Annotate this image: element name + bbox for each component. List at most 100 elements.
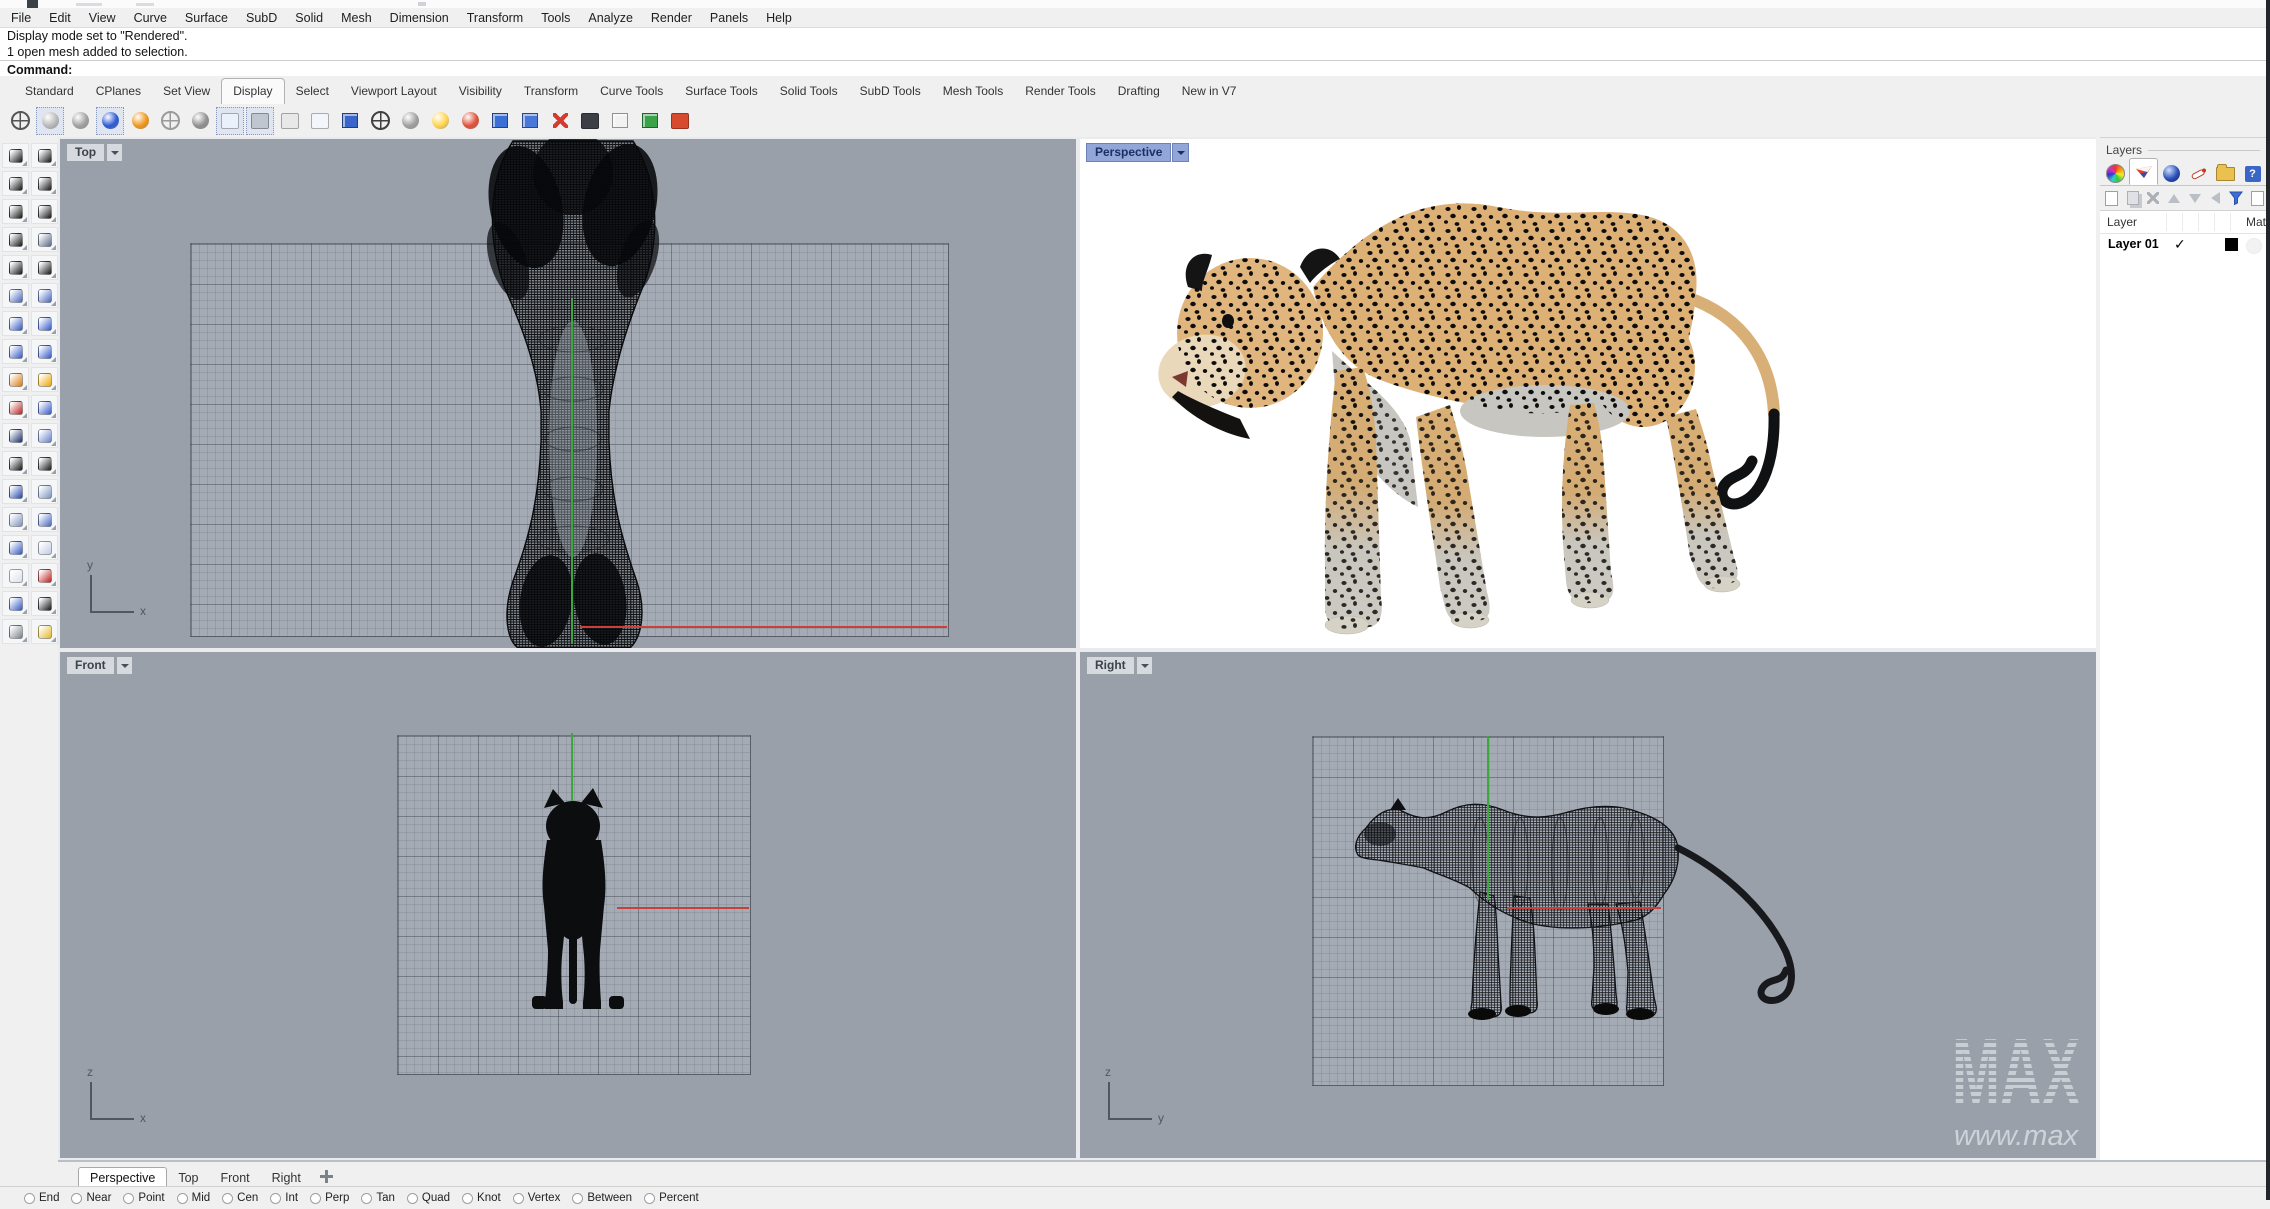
- spotlight-icon[interactable]: [516, 107, 544, 135]
- osnap-int[interactable]: Int: [270, 1192, 298, 1204]
- mirror-icon[interactable]: [31, 507, 58, 532]
- viewport-tab-right[interactable]: Right: [261, 1168, 312, 1188]
- osnap-percent[interactable]: Percent: [644, 1192, 699, 1204]
- tab-visibility[interactable]: Visibility: [448, 79, 513, 104]
- shaded-display-icon[interactable]: [36, 107, 64, 135]
- viewport-tab-top[interactable]: Top: [167, 1168, 209, 1188]
- osnap-vertex[interactable]: Vertex: [513, 1192, 561, 1204]
- monochrome-display-icon[interactable]: [306, 107, 334, 135]
- rotate-icon[interactable]: [2, 591, 29, 616]
- viewport-tab-front[interactable]: Front: [209, 1168, 260, 1188]
- layers-tab-icon[interactable]: [2129, 158, 2158, 185]
- copy-layer-icon[interactable]: [2124, 189, 2142, 207]
- menu-help[interactable]: Help: [757, 11, 801, 25]
- text-icon[interactable]: [2, 479, 29, 504]
- osnap-between[interactable]: Between: [572, 1192, 632, 1204]
- blend-curve-icon[interactable]: [31, 451, 58, 476]
- menu-mesh[interactable]: Mesh: [332, 11, 381, 25]
- menu-file[interactable]: File: [2, 11, 40, 25]
- menu-edit[interactable]: Edit: [40, 11, 80, 25]
- tab-new-in-v7[interactable]: New in V7: [1171, 79, 1248, 104]
- menu-tools[interactable]: Tools: [532, 11, 579, 25]
- help-tab-icon[interactable]: [2239, 162, 2266, 185]
- pyramid-icon[interactable]: [31, 619, 58, 644]
- grey-sphere-icon[interactable]: [396, 107, 424, 135]
- viewport-tab-perspective[interactable]: Perspective: [78, 1167, 167, 1188]
- surface-control-points-icon[interactable]: [2, 283, 29, 308]
- viewport-label-top[interactable]: Top: [66, 143, 123, 162]
- move-layer-down-icon[interactable]: [2186, 189, 2204, 207]
- tab-mesh-tools[interactable]: Mesh Tools: [932, 79, 1014, 104]
- arctic-display-icon[interactable]: [216, 107, 244, 135]
- collapse-layers-icon[interactable]: [2207, 189, 2225, 207]
- osnap-near[interactable]: Near: [71, 1192, 111, 1204]
- tab-viewport-layout[interactable]: Viewport Layout: [340, 79, 448, 104]
- boolean-icon[interactable]: [2, 367, 29, 392]
- osnap-quad[interactable]: Quad: [407, 1192, 450, 1204]
- copy-icon[interactable]: [2, 507, 29, 532]
- rectangle-icon[interactable]: [31, 227, 58, 252]
- delete-view-icon[interactable]: [546, 107, 574, 135]
- display-properties-tab-icon[interactable]: [2102, 162, 2129, 185]
- viewport-right[interactable]: Right z y MAX www.max: [1080, 652, 2096, 1158]
- highlight-sphere-icon[interactable]: [426, 107, 454, 135]
- ellipse-icon[interactable]: [31, 199, 58, 224]
- surface-patch-icon[interactable]: [31, 283, 58, 308]
- box-icon[interactable]: [2, 311, 29, 336]
- block-icon[interactable]: [31, 563, 58, 588]
- color-grid-icon[interactable]: [666, 107, 694, 135]
- xray-display-icon[interactable]: [186, 107, 214, 135]
- tab-solid-tools[interactable]: Solid Tools: [769, 79, 849, 104]
- point-cloud-icon[interactable]: [31, 423, 58, 448]
- delete-layer-icon[interactable]: [2145, 189, 2163, 207]
- viewport-menu-chevron-icon[interactable]: [116, 656, 133, 675]
- linked-cubes-icon[interactable]: [636, 107, 664, 135]
- new-layer-icon[interactable]: [2103, 189, 2121, 207]
- wireframe-display-icon[interactable]: [6, 107, 34, 135]
- tab-transform[interactable]: Transform: [513, 79, 589, 104]
- filter-layers-icon[interactable]: [2228, 189, 2246, 207]
- move-icon[interactable]: [31, 479, 58, 504]
- curve-through-points-icon[interactable]: [31, 171, 58, 196]
- surface-from-curves-icon[interactable]: [31, 339, 58, 364]
- select-arrow-icon[interactable]: [2, 143, 29, 168]
- rendered-display-icon[interactable]: [96, 107, 124, 135]
- materials-tab-icon[interactable]: [2158, 162, 2185, 185]
- check-icon[interactable]: [31, 591, 58, 616]
- viewport-perspective[interactable]: Perspective: [1080, 139, 2096, 648]
- viewport-menu-chevron-icon[interactable]: [1172, 143, 1189, 162]
- viewport-label-perspective[interactable]: Perspective: [1086, 143, 1189, 162]
- layer-page-icon[interactable]: [2248, 189, 2266, 207]
- osnap-end[interactable]: End: [24, 1192, 59, 1204]
- menu-curve[interactable]: Curve: [125, 11, 176, 25]
- osnap-perp[interactable]: Perp: [310, 1192, 349, 1204]
- explode-icon[interactable]: [31, 367, 58, 392]
- menu-view[interactable]: View: [80, 11, 125, 25]
- technical-display-icon[interactable]: [246, 107, 274, 135]
- quadrant-sphere-icon[interactable]: [456, 107, 484, 135]
- viewport-label-right[interactable]: Right: [1086, 656, 1153, 675]
- tab-cplanes[interactable]: CPlanes: [85, 79, 152, 104]
- menu-subd[interactable]: SubD: [237, 11, 286, 25]
- menu-panels[interactable]: Panels: [701, 11, 757, 25]
- viewport-menu-chevron-icon[interactable]: [106, 143, 123, 162]
- menu-analyze[interactable]: Analyze: [579, 11, 641, 25]
- osnap-knot[interactable]: Knot: [462, 1192, 501, 1204]
- sphere-icon[interactable]: [31, 311, 58, 336]
- layer-color-swatch[interactable]: [2225, 238, 2238, 251]
- tab-display[interactable]: Display: [221, 78, 284, 105]
- viewport-menu-chevron-icon[interactable]: [1136, 656, 1153, 675]
- trim-icon[interactable]: [2, 395, 29, 420]
- annotate-tab-icon[interactable]: [2185, 162, 2212, 185]
- move-layer-up-icon[interactable]: [2165, 189, 2183, 207]
- solid-box-icon[interactable]: [2, 535, 29, 560]
- layer-row[interactable]: Layer 01: [2100, 234, 2266, 256]
- menu-surface[interactable]: Surface: [176, 11, 237, 25]
- shaded-grey-display-icon[interactable]: [66, 107, 94, 135]
- boolean-difference-icon[interactable]: [2, 619, 29, 644]
- tab-select[interactable]: Select: [285, 79, 340, 104]
- arc-icon[interactable]: [2, 227, 29, 252]
- circle-icon[interactable]: [2, 199, 29, 224]
- files-tab-icon[interactable]: [2212, 162, 2239, 185]
- tab-surface-tools[interactable]: Surface Tools: [674, 79, 769, 104]
